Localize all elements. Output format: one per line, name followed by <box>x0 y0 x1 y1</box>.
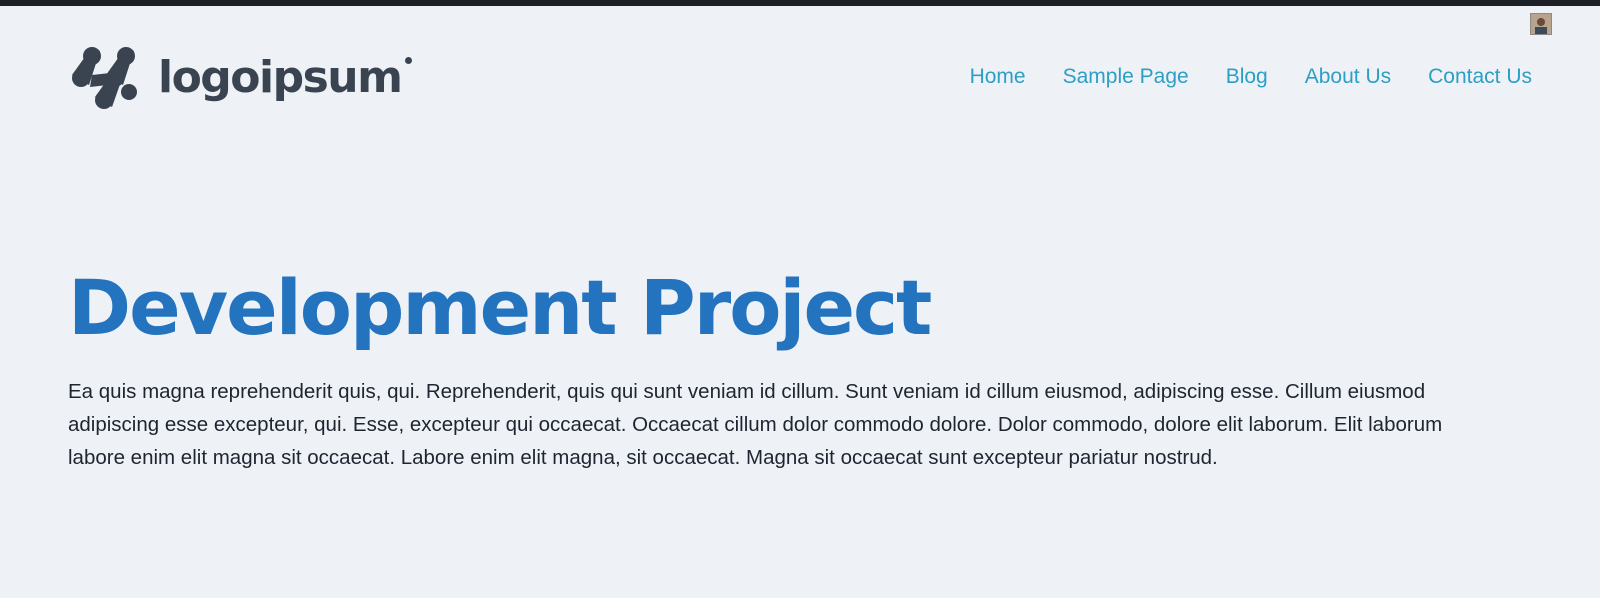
main-nav: Home Sample Page Blog About Us Contact U… <box>933 64 1532 89</box>
site-logo[interactable]: logoipsum <box>70 45 413 111</box>
site-header: logoipsum Home Sample Page Blog About Us… <box>0 6 1600 146</box>
intro-paragraph: Ea quis magna reprehenderit quis, qui. R… <box>68 380 1443 470</box>
nav-blog-link[interactable]: Blog <box>1226 64 1268 89</box>
logo-mark-icon <box>72 47 137 109</box>
nav-home-link[interactable]: Home <box>970 64 1026 89</box>
page-title: Development Project <box>68 263 932 352</box>
nav-sample-page-link[interactable]: Sample Page <box>1063 64 1189 89</box>
main-content: Development Project Ea quis magna repreh… <box>68 262 1468 474</box>
nav-contact-us-link[interactable]: Contact Us <box>1428 64 1532 89</box>
nav-about-us-link[interactable]: About Us <box>1305 64 1391 89</box>
logo-wordmark: logoipsum <box>158 56 413 100</box>
